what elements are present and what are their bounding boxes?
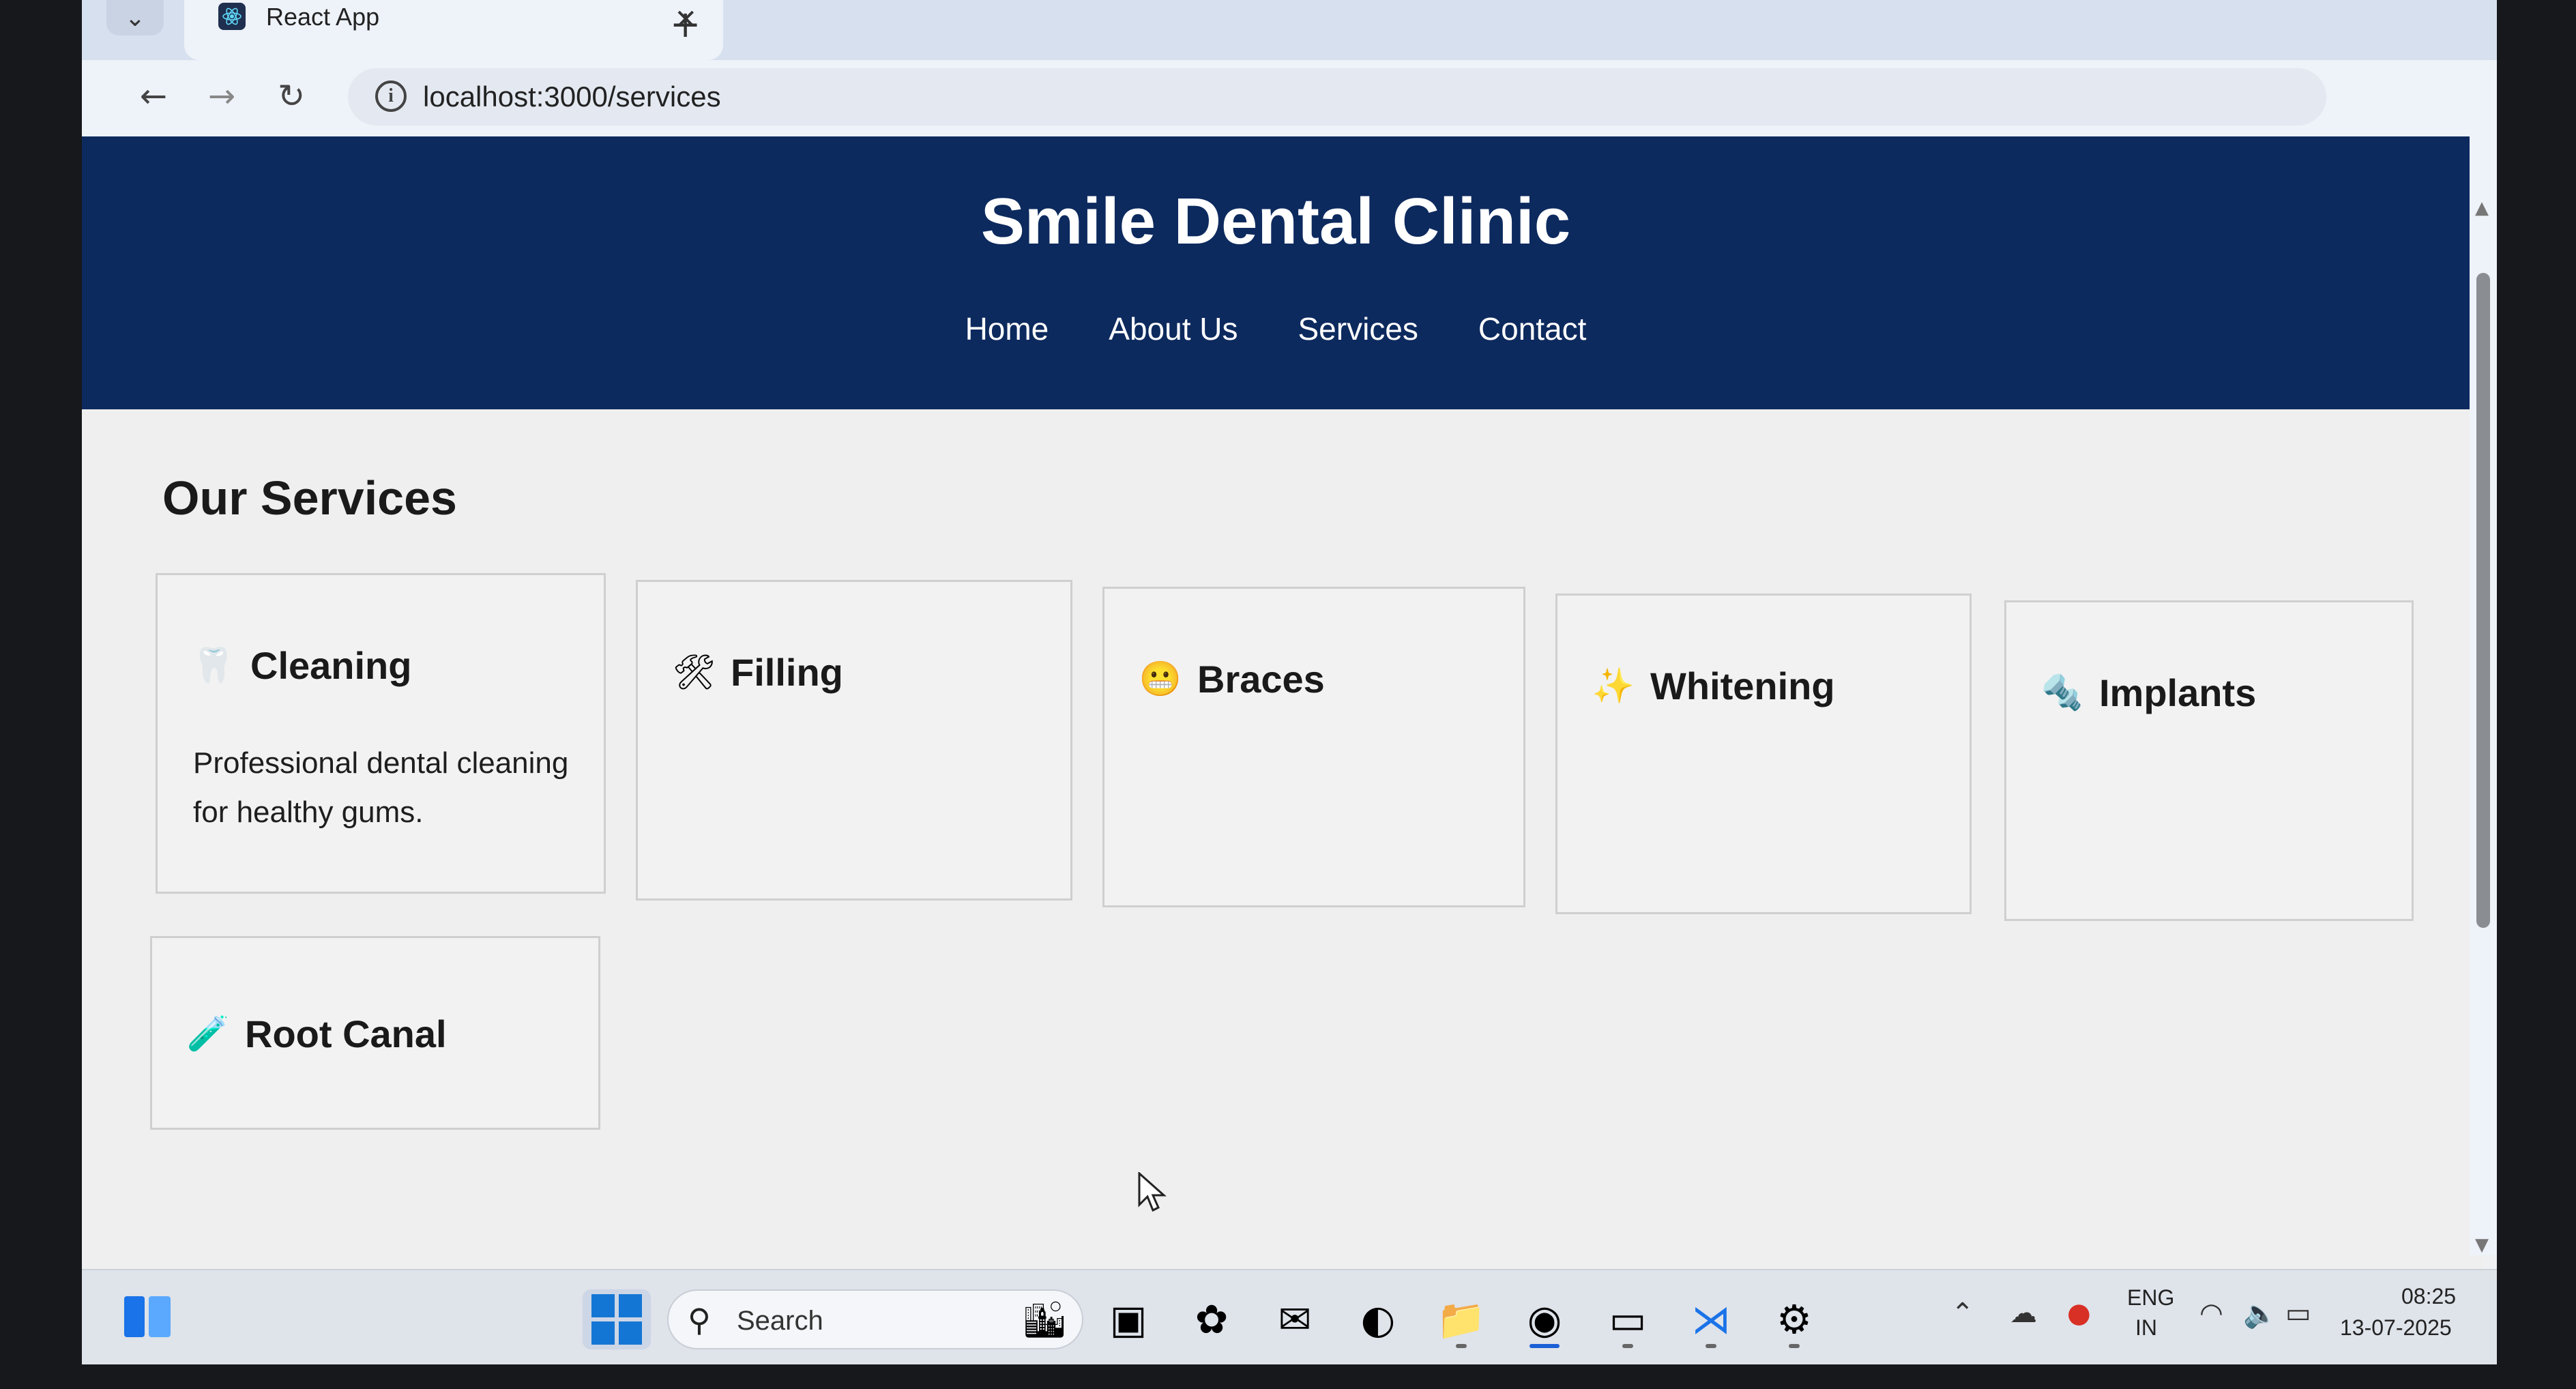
settings-icon[interactable]: ⚙ [1764,1289,1824,1349]
service-card-root-canal: 🧪 Root Canal [150,936,600,1130]
language-indicator[interactable]: ENG [2127,1285,2174,1311]
scroll-up-icon[interactable]: ▲ [2475,198,2489,218]
windows-taskbar: ⚲ Search 🏙 ▣ ✿ ✉ ◐ 📁 ◉ ▭ ⋊ ⚙ ⌃ ☁ ● ENG I… [82,1269,2497,1364]
search-highlight-icon: 🏙 [1021,1300,1067,1340]
service-card-title: Filling [731,651,843,694]
tools-icon: 🛠 [672,652,716,692]
sparkles-icon: ✨ [1592,666,1635,705]
nav-link-services[interactable]: Services [1298,310,1418,347]
antivirus-icon[interactable]: ● [2067,1298,2091,1329]
service-card-cleaning: 🦷 Cleaning Professional dental cleaning … [156,573,606,894]
vscode-icon[interactable]: ⋊ [1681,1289,1741,1349]
tab-search-chevron-icon[interactable]: ⌄ [106,0,164,35]
edge-icon[interactable]: ◐ [1348,1289,1408,1349]
service-card-title: Cleaning [250,644,412,687]
grimace-face-icon: 😬 [1139,659,1182,699]
start-button[interactable] [583,1289,651,1349]
service-card-title: Implants [2099,671,2257,714]
site-title: Smile Dental Clinic [980,185,1571,258]
wifi-icon[interactable]: ◠ [2199,1298,2223,1329]
service-card-filling: 🛠 Filling [636,580,1072,901]
forward-arrow-icon[interactable]: → [198,72,246,120]
address-bar[interactable]: i localhost:3000/services [348,68,2326,126]
volume-icon[interactable]: 🔈 [2243,1298,2277,1330]
test-tube-icon: 🧪 [186,1014,230,1053]
service-card-whitening: ✨ Whitening [1555,594,1972,914]
browser-tab[interactable]: React App ✕ [184,0,723,60]
region-indicator[interactable]: IN [2135,1315,2157,1341]
task-view-icon[interactable]: ▣ [1098,1289,1158,1349]
web-page: Smile Dental Clinic Home About Us Servic… [82,136,2483,1269]
tab-title: React App [266,3,380,31]
browser-toolbar: ← → ↻ i localhost:3000/services [82,60,2497,142]
tooth-icon: 🦷 [192,645,235,685]
onedrive-icon[interactable]: ☁ [2010,1298,2037,1329]
service-card-braces: 😬 Braces [1102,587,1525,907]
reload-icon[interactable]: ↻ [267,72,315,120]
search-icon: ⚲ [688,1302,711,1339]
scroll-thumb[interactable] [2476,273,2490,928]
service-card-implants: 🔩 Implants [2004,600,2414,921]
site-info-icon[interactable]: i [375,81,407,112]
page-scrollbar[interactable]: ▲ ▼ [2470,68,2497,1255]
file-explorer-icon[interactable]: 📁 [1431,1289,1491,1349]
show-hidden-icons-chevron-icon[interactable]: ⌃ [1951,1298,1974,1329]
nav-link-contact[interactable]: Contact [1478,310,1587,347]
back-arrow-icon[interactable]: ← [130,72,177,120]
chrome-icon[interactable]: ◉ [1514,1289,1575,1349]
clock-time[interactable]: 08:25 [2401,1284,2456,1309]
clock-date[interactable]: 13-07-2025 [2340,1315,2452,1341]
screen: ⌄ React App ✕ + ─ ❐ ✕ ← → ↻ i localhost:… [82,0,2497,1364]
screw-icon: 🔩 [2040,673,2084,712]
browser-tabstrip: ⌄ React App ✕ + [82,0,2497,60]
services-heading: Our Services [162,471,457,525]
react-favicon-icon [218,3,246,30]
service-card-title: Root Canal [245,1012,447,1055]
site-nav: Home About Us Services Contact [82,310,2470,347]
outlook-icon[interactable]: ✉ [1265,1289,1325,1349]
terminal-icon[interactable]: ▭ [1598,1289,1658,1349]
new-tab-button[interactable]: + [670,3,701,46]
service-card-description: Professional dental cleaning for healthy… [193,746,569,829]
taskbar-search-box[interactable]: ⚲ Search 🏙 [667,1289,1083,1349]
site-header: Smile Dental Clinic Home About Us Servic… [82,136,2470,409]
taskbar-search-label: Search [737,1306,823,1336]
battery-icon[interactable]: ▭ [2285,1298,2311,1329]
copilot-icon[interactable]: ✿ [1182,1289,1242,1349]
nav-link-about-us[interactable]: About Us [1109,310,1238,347]
widgets-icon[interactable] [123,1295,172,1339]
nav-link-home[interactable]: Home [965,310,1049,347]
service-card-title: Braces [1197,658,1325,701]
service-card-title: Whitening [1650,664,1835,707]
url-text[interactable]: localhost:3000/services [423,81,721,113]
scroll-down-icon[interactable]: ▼ [2475,1235,2489,1255]
